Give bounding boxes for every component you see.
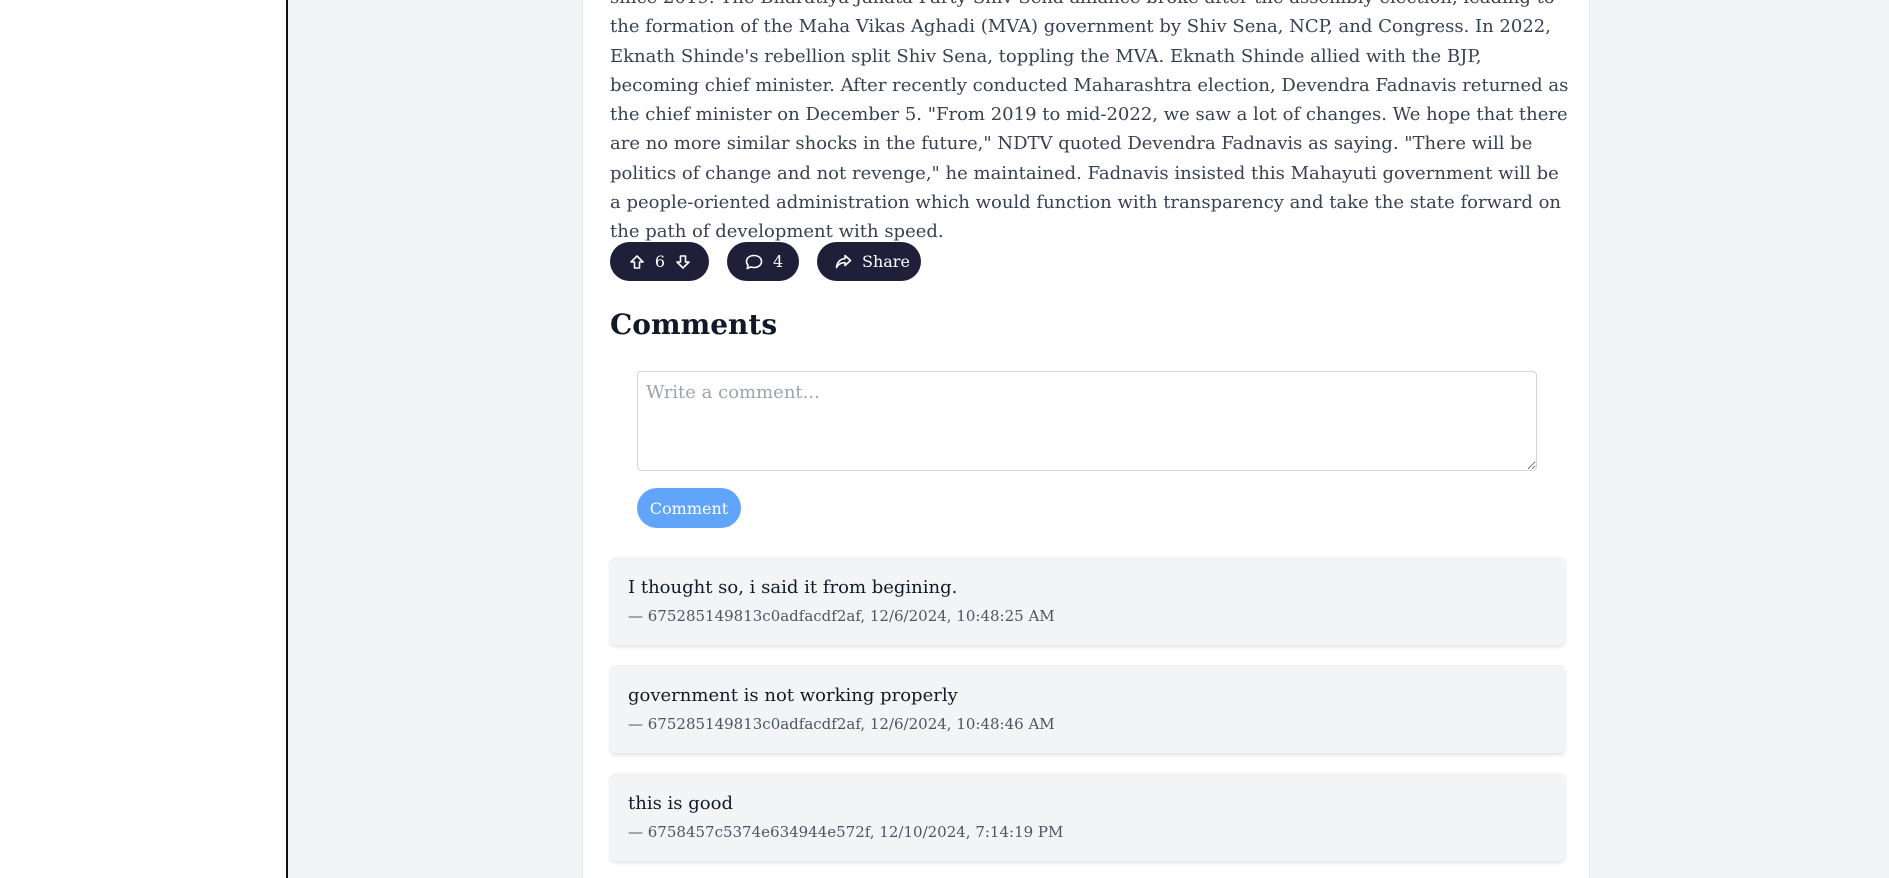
comment-item: this is good — 6758457c5374e634944e572f,… [610,773,1565,861]
arrow-down-icon[interactable] [675,254,691,270]
comment-list: I thought so, i said it from begining. —… [610,557,1565,878]
comment-meta: — 675285149813c0adfacdf2af, 12/6/2024, 1… [628,715,1055,733]
comment-meta: — 6758457c5374e634944e572f, 12/10/2024, … [628,823,1064,841]
comment-item: I thought so, i said it from begining. —… [610,557,1565,645]
comment-meta: — 675285149813c0adfacdf2af, 12/6/2024, 1… [628,607,1055,625]
action-bar: 6 4 Share [610,242,939,281]
comment-text: government is not working properly [628,685,958,706]
comments-button[interactable]: 4 [727,242,799,281]
share-label: Share [862,252,910,271]
article-body: since 2019. The Bharatiya Janata Party-S… [610,0,1569,243]
comment-text: this is good [628,793,733,814]
share-button[interactable]: Share [817,242,921,281]
comment-input[interactable] [637,371,1537,471]
article-card: since 2019. The Bharatiya Janata Party-S… [582,0,1590,878]
share-arrow-icon [835,254,852,269]
speech-bubble-icon [745,254,763,270]
comment-count: 4 [773,252,784,271]
comment-text: I thought so, i said it from begining. [628,577,958,598]
arrow-up-icon[interactable] [629,254,645,270]
vote-control: 6 [610,242,709,281]
comments-heading: Comments [610,308,778,341]
comment-item: government is not working properly — 675… [610,665,1565,753]
vote-count: 6 [654,252,666,271]
comment-submit-button[interactable]: Comment [637,488,741,528]
